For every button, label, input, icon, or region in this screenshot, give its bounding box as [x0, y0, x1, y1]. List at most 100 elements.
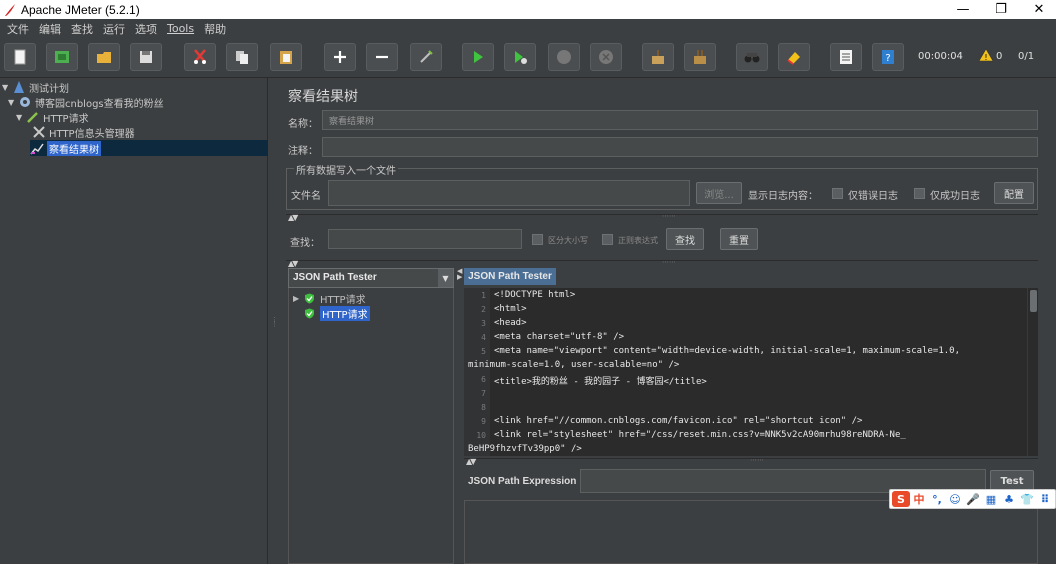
- expand-arrow-icon[interactable]: ▶: [293, 294, 301, 303]
- tree-item-test-plan[interactable]: ▼ 测试计划: [2, 79, 69, 95]
- menu-options[interactable]: 选项: [130, 21, 162, 37]
- filename-input[interactable]: [328, 180, 690, 206]
- expand-arrow-icon[interactable]: ▼: [2, 83, 10, 92]
- success-shield-icon: [305, 308, 314, 319]
- tree-item-http-request[interactable]: ▼ HTTP请求: [16, 109, 89, 125]
- copy-button[interactable]: [226, 43, 258, 71]
- collapse-all-button[interactable]: [366, 43, 398, 71]
- toolbox-icon[interactable]: 👕: [1018, 491, 1036, 507]
- file-section-title: 所有数据写入一个文件: [294, 162, 398, 177]
- start-no-pauses-button[interactable]: [504, 43, 536, 71]
- templates-icon: [55, 51, 69, 63]
- ime-chinese-mode[interactable]: 中: [910, 491, 928, 507]
- broom-all-icon: [694, 50, 706, 64]
- microphone-icon[interactable]: 🎤: [964, 491, 982, 507]
- tree-item-view-results-tree[interactable]: 察看结果树: [30, 140, 268, 156]
- minimize-button[interactable]: —: [944, 0, 982, 19]
- errors-only-checkbox[interactable]: [832, 188, 843, 199]
- chevron-down-icon[interactable]: ▼: [438, 269, 453, 287]
- shutdown-button[interactable]: [590, 43, 622, 71]
- toggle-button[interactable]: [410, 43, 442, 71]
- result-item[interactable]: ▶ HTTP请求: [293, 291, 366, 306]
- editor-divider[interactable]: ▲▼ ⋯⋯: [464, 456, 1038, 466]
- gear-icon: [20, 97, 30, 107]
- renderer-select[interactable]: JSON Path Tester: [288, 268, 454, 288]
- divider-grip[interactable]: ⋯⋯: [662, 212, 676, 220]
- collapse-arrows-icon[interactable]: ▲▼: [288, 213, 298, 222]
- maximize-button[interactable]: ❐: [982, 0, 1020, 19]
- play-icon: [474, 51, 483, 63]
- divider-grip[interactable]: ⋯⋯: [750, 456, 764, 464]
- copy-icon: [236, 51, 248, 64]
- tab-json-path-tester[interactable]: JSON Path Tester: [464, 268, 556, 285]
- section-divider[interactable]: ▲▼ ⋯⋯: [286, 258, 1038, 268]
- menu-file[interactable]: 文件: [2, 21, 34, 37]
- divider-grip[interactable]: ⋯⋯: [662, 258, 676, 266]
- json-path-result-area[interactable]: [464, 500, 1038, 564]
- clear-button[interactable]: [642, 43, 674, 71]
- ime-punctuation-icon[interactable]: °,: [928, 491, 946, 507]
- result-item[interactable]: HTTP请求: [293, 306, 370, 321]
- code-line: <link rel="stylesheet" href="/css/reset.…: [494, 430, 906, 440]
- open-button[interactable]: [88, 43, 120, 71]
- paste-icon: [280, 51, 292, 64]
- new-button[interactable]: [4, 43, 36, 71]
- case-sensitive-checkbox[interactable]: [532, 234, 543, 245]
- collapse-arrows-icon[interactable]: ▲▼: [288, 259, 298, 268]
- search-input[interactable]: [328, 229, 522, 249]
- vertical-splitter[interactable]: ◀ ▶: [457, 268, 463, 564]
- menu-edit[interactable]: 编辑: [34, 21, 66, 37]
- success-only-checkbox[interactable]: [914, 188, 925, 199]
- cut-button[interactable]: [184, 43, 216, 71]
- more-icon[interactable]: ⠿: [1036, 491, 1054, 507]
- regex-checkbox[interactable]: [602, 234, 613, 245]
- menu-bar: 文件 编辑 查找 运行 选项 Tools 帮助: [0, 19, 1056, 38]
- browse-button[interactable]: 浏览...: [696, 182, 742, 204]
- templates-button[interactable]: [46, 43, 78, 71]
- reset-search-button[interactable]: [778, 43, 810, 71]
- clear-all-button[interactable]: [684, 43, 716, 71]
- function-helper-button[interactable]: [830, 43, 862, 71]
- search-button[interactable]: 查找: [666, 228, 704, 250]
- response-editor[interactable]: 1 <!DOCTYPE html> 2 <html> 3 <head> 4 <m…: [464, 288, 1038, 456]
- emoji-icon[interactable]: ☺: [946, 491, 964, 507]
- stop-icon: [557, 50, 571, 64]
- menu-tools[interactable]: Tools: [162, 22, 199, 35]
- binoculars-icon: [744, 53, 760, 63]
- warning-icon[interactable]: !: [978, 48, 994, 62]
- close-button[interactable]: ✕: [1020, 0, 1056, 19]
- comment-input[interactable]: [322, 137, 1038, 157]
- stop-button[interactable]: [548, 43, 580, 71]
- expand-arrow-icon[interactable]: ▼: [8, 98, 16, 107]
- sogou-logo-icon[interactable]: S: [892, 491, 910, 507]
- tree-item-header-manager[interactable]: HTTP信息头管理器: [32, 124, 135, 140]
- editor-scrollbar[interactable]: [1027, 288, 1038, 456]
- comment-label: 注释：: [288, 146, 318, 157]
- result-tree: ▶ HTTP请求 HTTP请求: [288, 288, 454, 564]
- jmeter-feather-icon: [5, 3, 15, 16]
- splitter-arrows-icon[interactable]: ◀ ▶: [457, 268, 462, 281]
- scrollbar-thumb[interactable]: [1030, 290, 1037, 312]
- reset-button[interactable]: 重置: [720, 228, 758, 250]
- expand-arrow-icon[interactable]: ▼: [16, 113, 24, 122]
- skin-icon[interactable]: ♣: [1000, 491, 1018, 507]
- code-line: <!DOCTYPE html>: [494, 290, 576, 300]
- configure-button[interactable]: 配置: [994, 182, 1034, 204]
- section-divider[interactable]: ▲▼ ⋯⋯: [286, 212, 1038, 222]
- menu-run[interactable]: 运行: [98, 21, 130, 37]
- help-button[interactable]: ?: [872, 43, 904, 71]
- menu-search[interactable]: 查找: [66, 21, 98, 37]
- name-input[interactable]: 察看结果树: [322, 110, 1038, 130]
- plus-icon: [334, 51, 346, 63]
- expand-all-button[interactable]: [324, 43, 356, 71]
- paste-button[interactable]: [270, 43, 302, 71]
- save-button[interactable]: [130, 43, 162, 71]
- search-button[interactable]: [736, 43, 768, 71]
- tree-item-thread-group[interactable]: ▼ 博客园cnblogs查看我的粉丝: [8, 94, 164, 110]
- keyboard-icon[interactable]: ▦: [982, 491, 1000, 507]
- start-button[interactable]: [462, 43, 494, 71]
- panel-title: 察看结果树: [288, 89, 358, 105]
- toggle-wand-icon: [420, 50, 433, 63]
- collapse-arrows-icon[interactable]: ▲▼: [466, 457, 476, 466]
- menu-help[interactable]: 帮助: [199, 21, 231, 37]
